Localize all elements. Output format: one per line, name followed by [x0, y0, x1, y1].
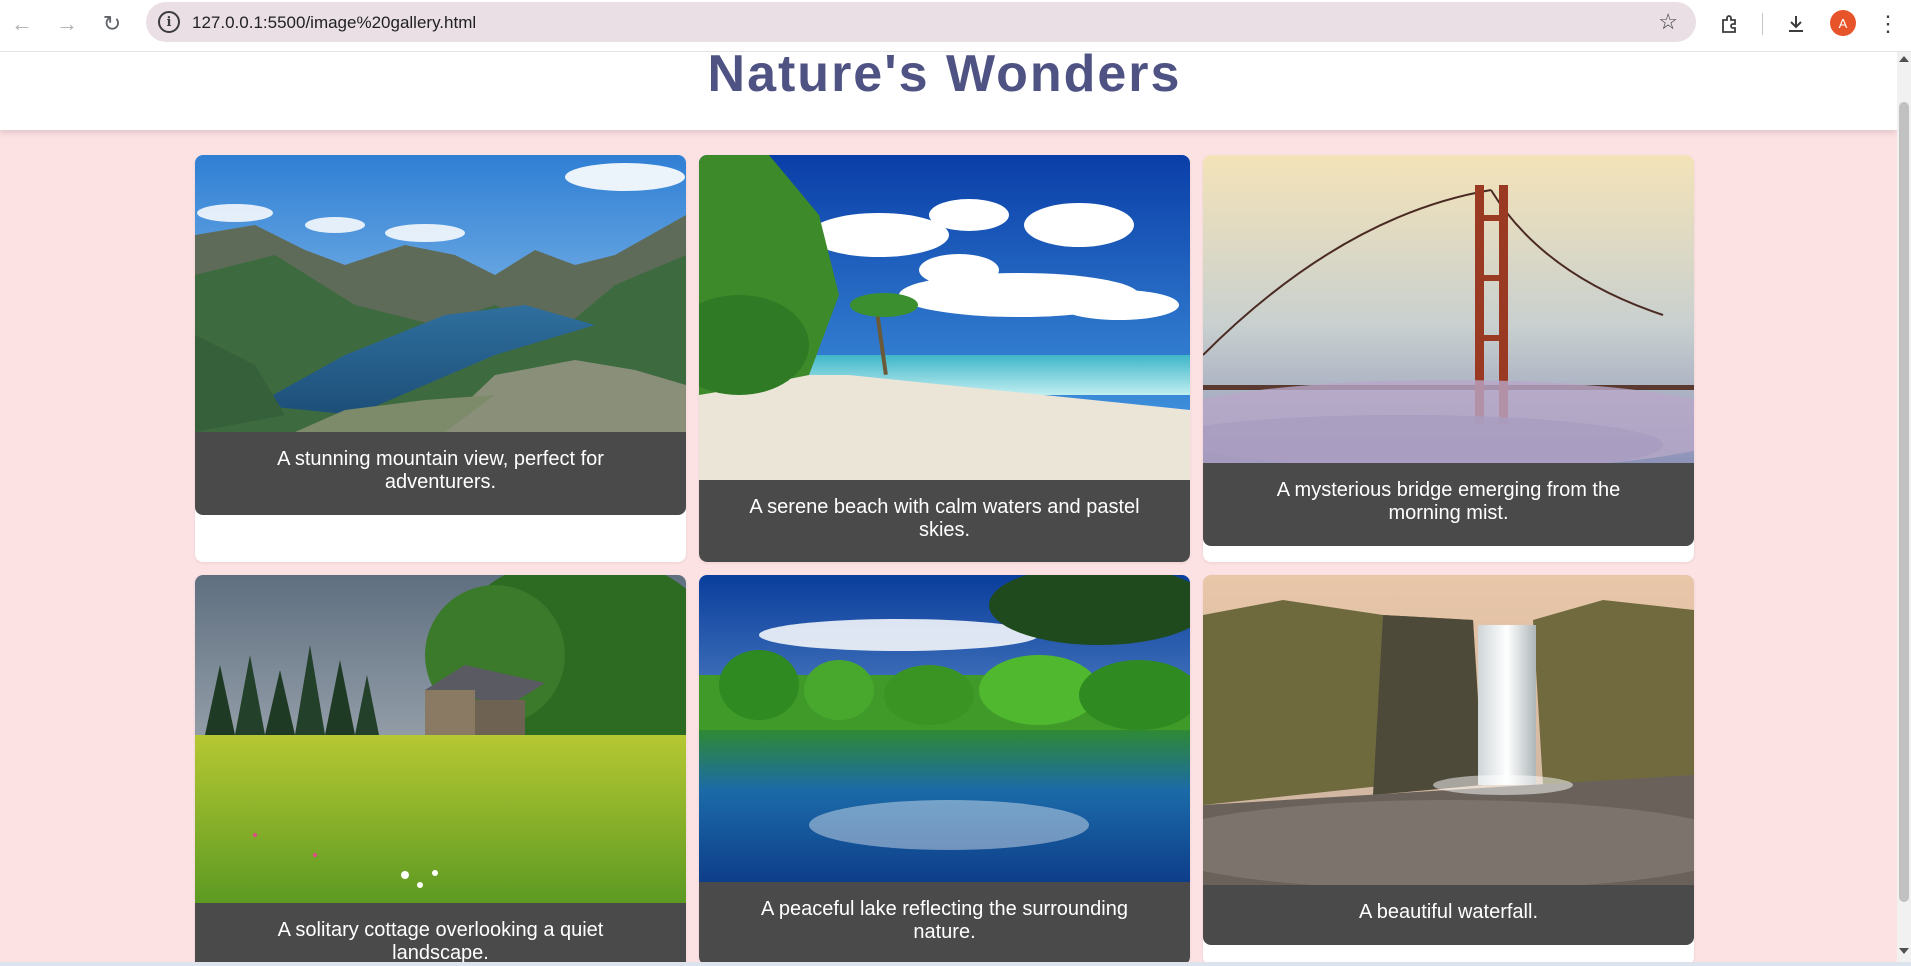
browser-toolbar: ← → ↻ i 127.0.0.1:5500/image%20gallery.h…: [0, 0, 1911, 52]
window-bottom-edge: [0, 962, 1911, 966]
card-caption: A peaceful lake reflecting the surroundi…: [699, 882, 1190, 962]
reload-icon[interactable]: ↻: [96, 8, 128, 40]
gallery-card-beach[interactable]: A serene beach with calm waters and past…: [699, 155, 1190, 562]
lake-photo: [699, 575, 1190, 882]
toolbar-divider: [1762, 13, 1763, 35]
bookmark-star-icon[interactable]: ☆: [1658, 9, 1678, 35]
beach-photo: [699, 155, 1190, 480]
address-bar[interactable]: i 127.0.0.1:5500/image%20gallery.html ☆: [146, 2, 1696, 42]
cottage-photo: [195, 575, 686, 903]
scroll-up-arrow-icon[interactable]: [1899, 56, 1909, 62]
site-info-icon[interactable]: i: [158, 11, 180, 33]
page-title: Nature's Wonders: [707, 52, 1182, 103]
scroll-down-arrow-icon[interactable]: [1899, 948, 1909, 954]
back-arrow-icon[interactable]: ←: [6, 8, 38, 40]
download-icon[interactable]: [1780, 8, 1812, 40]
card-caption: A stunning mountain view, perfect for ad…: [195, 432, 686, 515]
extensions-icon[interactable]: [1714, 8, 1746, 40]
gallery-card-lake[interactable]: A peaceful lake reflecting the surroundi…: [699, 575, 1190, 962]
card-caption: A beautiful waterfall.: [1203, 885, 1694, 945]
waterfall-photo: [1203, 575, 1694, 885]
profile-avatar[interactable]: A: [1830, 10, 1856, 36]
page-scrollbar[interactable]: [1897, 52, 1911, 962]
url-text[interactable]: 127.0.0.1:5500/image%20gallery.html: [192, 13, 476, 33]
gallery-card-mountain[interactable]: A stunning mountain view, perfect for ad…: [195, 155, 686, 562]
card-caption: A mysterious bridge emerging from the mo…: [1203, 463, 1694, 546]
gallery-card-bridge[interactable]: A mysterious bridge emerging from the mo…: [1203, 155, 1694, 562]
bridge-photo: [1203, 155, 1694, 463]
gallery-card-cottage[interactable]: A solitary cottage overlooking a quiet l…: [195, 575, 686, 962]
more-menu-icon[interactable]: ⋮: [1872, 8, 1904, 40]
forward-arrow-icon[interactable]: →: [51, 8, 83, 40]
card-caption: A solitary cottage overlooking a quiet l…: [195, 903, 686, 962]
gallery-card-waterfall[interactable]: A beautiful waterfall.: [1203, 575, 1694, 962]
mountain-photo: [195, 155, 686, 432]
page-header: Nature's Wonders: [0, 52, 1897, 130]
card-caption: A serene beach with calm waters and past…: [699, 480, 1190, 562]
page-viewport: Nature's Wonders A stunning mountain vie…: [0, 52, 1897, 962]
scroll-thumb[interactable]: [1899, 102, 1909, 902]
